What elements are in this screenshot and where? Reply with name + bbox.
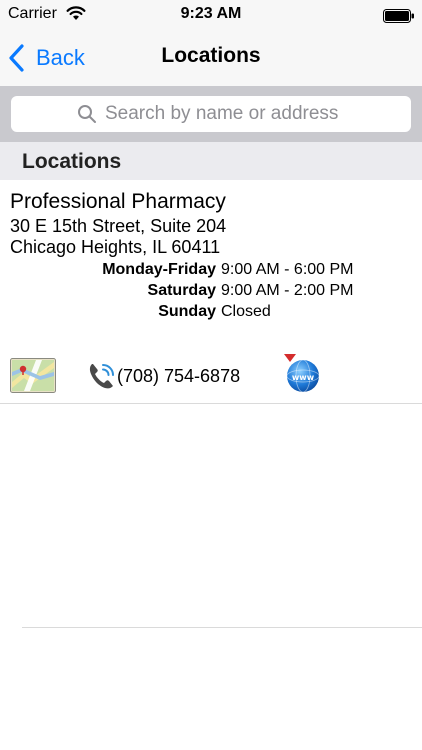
hours-time: 9:00 AM - 2:00 PM xyxy=(221,282,354,299)
row-divider xyxy=(0,403,422,404)
navigation-bar: Back Locations xyxy=(0,30,422,86)
hours-day: Saturday xyxy=(147,282,216,299)
location-name: Professional Pharmacy xyxy=(10,190,226,213)
phone-button[interactable]: (708) 754-6878 xyxy=(86,360,240,392)
search-input[interactable] xyxy=(105,103,345,125)
hours-time: Closed xyxy=(221,303,271,320)
hours-day: Sunday xyxy=(158,303,216,320)
battery-icon xyxy=(383,9,414,23)
hours-row: Sunday Closed xyxy=(0,303,422,325)
status-time: 9:23 AM xyxy=(180,5,242,22)
map-icon[interactable] xyxy=(10,358,56,393)
search-field[interactable] xyxy=(11,96,411,132)
web-icon[interactable]: www xyxy=(282,352,324,394)
location-address-line2: Chicago Heights, IL 60411 xyxy=(10,237,221,257)
location-address-line1: 30 E 15th Street, Suite 204 xyxy=(10,216,227,236)
phone-icon xyxy=(89,364,114,389)
section-title: Locations xyxy=(22,150,122,173)
search-icon xyxy=(78,105,96,123)
svg-text:www: www xyxy=(292,373,315,382)
hours-row: Monday-Friday 9:00 AM - 6:00 PM xyxy=(0,261,422,283)
status-bar: Carrier 9:23 AM xyxy=(0,0,422,30)
section-header: Locations xyxy=(0,142,422,180)
page-title: Locations xyxy=(161,44,261,67)
phone-number: (708) 754-6878 xyxy=(117,365,241,386)
row-divider xyxy=(22,627,422,628)
hours-day: Monday-Friday xyxy=(102,261,216,278)
hours-time: 9:00 AM - 6:00 PM xyxy=(221,261,354,278)
hours-row: Saturday 9:00 AM - 2:00 PM xyxy=(0,282,422,304)
search-bar xyxy=(0,86,422,142)
